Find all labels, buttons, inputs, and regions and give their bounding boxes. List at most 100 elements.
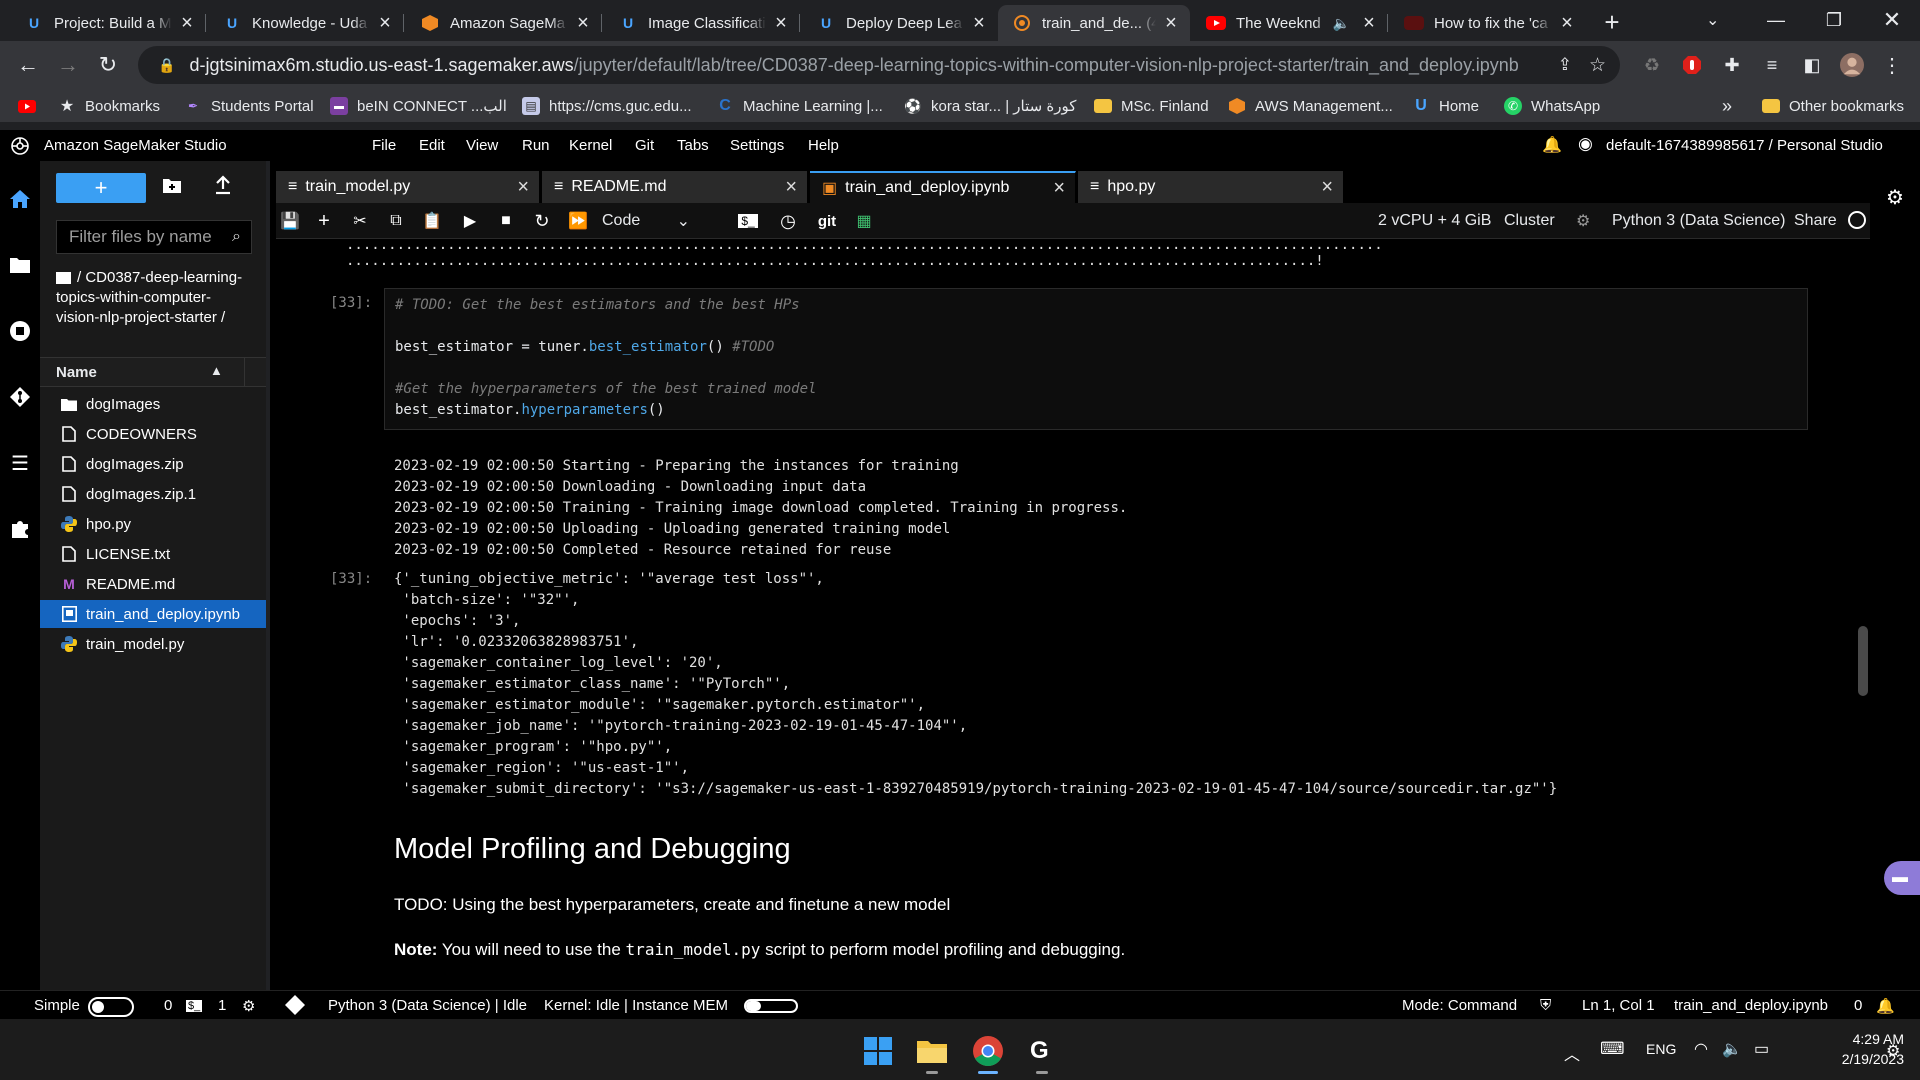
file-list-header[interactable]: Name ▲ [40, 357, 266, 387]
folder-icon[interactable] [0, 245, 40, 285]
close-icon[interactable]: × [1558, 12, 1576, 35]
tray-overflow-icon[interactable]: ︿ [1564, 1041, 1580, 1065]
git-button[interactable]: git [812, 209, 842, 233]
cursor-position[interactable]: Ln 1, Col 1 [1582, 997, 1655, 1014]
new-tab-button[interactable]: + [1598, 8, 1626, 36]
restart-icon[interactable]: ↻ [530, 209, 554, 233]
cell-type-select[interactable]: Code ⌄ [602, 209, 698, 233]
running-terminals-icon[interactable] [0, 311, 40, 351]
bookmarks-overflow-button[interactable]: » [1722, 94, 1732, 118]
profile-avatar[interactable] [1840, 53, 1864, 77]
column-name[interactable]: Name [56, 364, 97, 381]
tab-train-and-deploy[interactable]: ▣ train_and_deploy.ipynb × [810, 171, 1076, 203]
scrollbar-track[interactable] [1856, 239, 1870, 966]
close-icon[interactable]: × [178, 12, 196, 35]
bookmark-star-icon[interactable]: ☆ [1589, 54, 1606, 77]
menu-git[interactable]: Git [635, 137, 654, 154]
notebook-cells[interactable]: ........................................… [276, 239, 1870, 966]
new-launcher-button[interactable]: + [56, 173, 146, 203]
speaker-icon[interactable]: 🔈 [1333, 15, 1350, 32]
browser-tab-deploy[interactable]: U Deploy Deep Lea × [802, 5, 998, 41]
cut-icon[interactable]: ✂ [348, 209, 372, 233]
copy-icon[interactable]: ⧉ [384, 209, 408, 233]
other-bookmarks[interactable]: Other bookmarks [1762, 94, 1904, 118]
notification-bell-icon[interactable]: 🔔 [1876, 997, 1895, 1015]
close-icon[interactable]: × [517, 176, 529, 199]
file-item[interactable]: dogImages [40, 390, 266, 418]
stop-icon[interactable]: ■ [494, 209, 518, 233]
tab-train-model-py[interactable]: ≡ train_model.py × [276, 171, 540, 203]
extensions-puzzle-icon[interactable]: ✚ [1720, 53, 1744, 77]
table-of-contents-icon[interactable]: ☰ [0, 443, 40, 483]
browser-tab-project[interactable]: U Project: Build a M × [10, 5, 206, 41]
new-folder-icon[interactable] [162, 177, 182, 195]
close-icon[interactable]: × [970, 12, 988, 35]
reload-button[interactable]: ↻ [94, 51, 122, 79]
minimize-button[interactable]: — [1748, 0, 1804, 40]
menu-view[interactable]: View [466, 137, 498, 154]
close-icon[interactable]: × [1162, 12, 1180, 35]
side-panel-icon[interactable]: ◧ [1800, 53, 1824, 77]
close-icon[interactable]: × [1321, 176, 1333, 199]
calendar-icon[interactable]: ▦ [852, 209, 876, 233]
tab-readme-md[interactable]: ≡ README.md × [542, 171, 808, 203]
home-icon[interactable] [0, 179, 40, 219]
more-menu-icon[interactable]: ⋮ [1880, 53, 1904, 77]
browser-tab-train-and-deploy[interactable]: train_and_de... (4) × [998, 5, 1190, 41]
menu-file[interactable]: File [372, 137, 396, 154]
shield-icon[interactable]: ⛨ [1540, 997, 1551, 1014]
bookmark-bein[interactable]: ▬ beIN CONNECT ...الب [330, 94, 507, 118]
media-control-icon[interactable]: ≡ [1760, 53, 1784, 77]
bookmark-youtube[interactable] [18, 94, 45, 118]
restore-button[interactable]: ❐ [1806, 0, 1862, 40]
extensions-icon[interactable] [0, 509, 40, 549]
file-item[interactable]: dogImages.zip [40, 450, 266, 478]
insert-cell-icon[interactable]: + [312, 209, 336, 233]
git-icon[interactable] [0, 377, 40, 417]
breadcrumb[interactable]: / CD0387-deep-learning-topics-within-com… [56, 268, 246, 328]
code-cell-editor[interactable]: # TODO: Get the best estimators and the … [384, 288, 1808, 430]
save-icon[interactable]: 💾 [278, 209, 302, 233]
file-item[interactable]: train_model.py [40, 630, 266, 658]
bookmark-kora-star[interactable]: ⚽ kora star... | كورة ستار [904, 94, 1076, 118]
browser-tab-knowledge[interactable]: U Knowledge - Uda × [208, 5, 404, 41]
bookmark-msc-finland[interactable]: MSc. Finland [1094, 94, 1209, 118]
close-icon[interactable]: × [376, 12, 394, 35]
bookmark-students-portal[interactable]: ✒ Students Portal [184, 94, 314, 118]
bookmark-whatsapp[interactable]: ✆ WhatsApp [1504, 94, 1600, 118]
user-profile[interactable]: default-1674389985617 / Personal Studio [1606, 137, 1883, 154]
simple-mode-toggle[interactable] [88, 997, 134, 1017]
browser-tab-the-weeknd[interactable]: The Weeknd 🔈 × [1192, 5, 1388, 41]
back-button[interactable]: ← [14, 51, 42, 79]
kernel-gear-icon[interactable]: ⚙ [242, 997, 255, 1015]
file-filter-input[interactable]: Filter files by name ⌕ [56, 220, 252, 254]
paste-icon[interactable]: 📋 [420, 209, 444, 233]
browser-tab-sagemaker[interactable]: Amazon SageMa × [406, 5, 602, 41]
extension-recycle-icon[interactable]: ♻ [1640, 53, 1664, 77]
property-inspector-gear-icon[interactable]: ⚙ [1886, 185, 1904, 210]
share-button[interactable]: Share [1794, 212, 1837, 230]
menu-kernel[interactable]: Kernel [569, 137, 612, 154]
github-desktop-icon[interactable]: G [1030, 1037, 1049, 1065]
menu-help[interactable]: Help [808, 137, 839, 154]
keyboard-icon[interactable]: ⌨ [1600, 1039, 1625, 1059]
cluster-button[interactable]: Cluster [1504, 212, 1555, 230]
close-icon[interactable]: × [1053, 177, 1065, 200]
gear-icon[interactable]: ⚙ [1576, 211, 1590, 231]
file-explorer-icon[interactable] [916, 1037, 948, 1065]
file-item[interactable]: dogImages.zip.1 [40, 480, 266, 508]
menu-settings[interactable]: Settings [730, 137, 784, 154]
run-icon[interactable]: ▶ [458, 209, 482, 233]
bookmark-bookmarks[interactable]: ★ Bookmarks [58, 94, 160, 118]
close-icon[interactable]: × [772, 12, 790, 35]
windows-start-icon[interactable] [864, 1037, 892, 1065]
bookmark-home[interactable]: U Home [1412, 94, 1479, 118]
chrome-icon[interactable] [972, 1035, 1004, 1067]
browser-tab-image-classification[interactable]: U Image Classificati × [604, 5, 800, 41]
share-icon[interactable]: ⇪ [1558, 55, 1572, 75]
fast-forward-icon[interactable]: ⏩ [566, 209, 590, 233]
kernel-status[interactable]: Python 3 (Data Science) | Idle [328, 997, 527, 1014]
terminal-dollar-icon[interactable]: $_ [736, 209, 760, 233]
browser-tab-how-to-fix[interactable]: How to fix the 'ca × [1390, 5, 1586, 41]
upload-icon[interactable] [214, 175, 232, 195]
